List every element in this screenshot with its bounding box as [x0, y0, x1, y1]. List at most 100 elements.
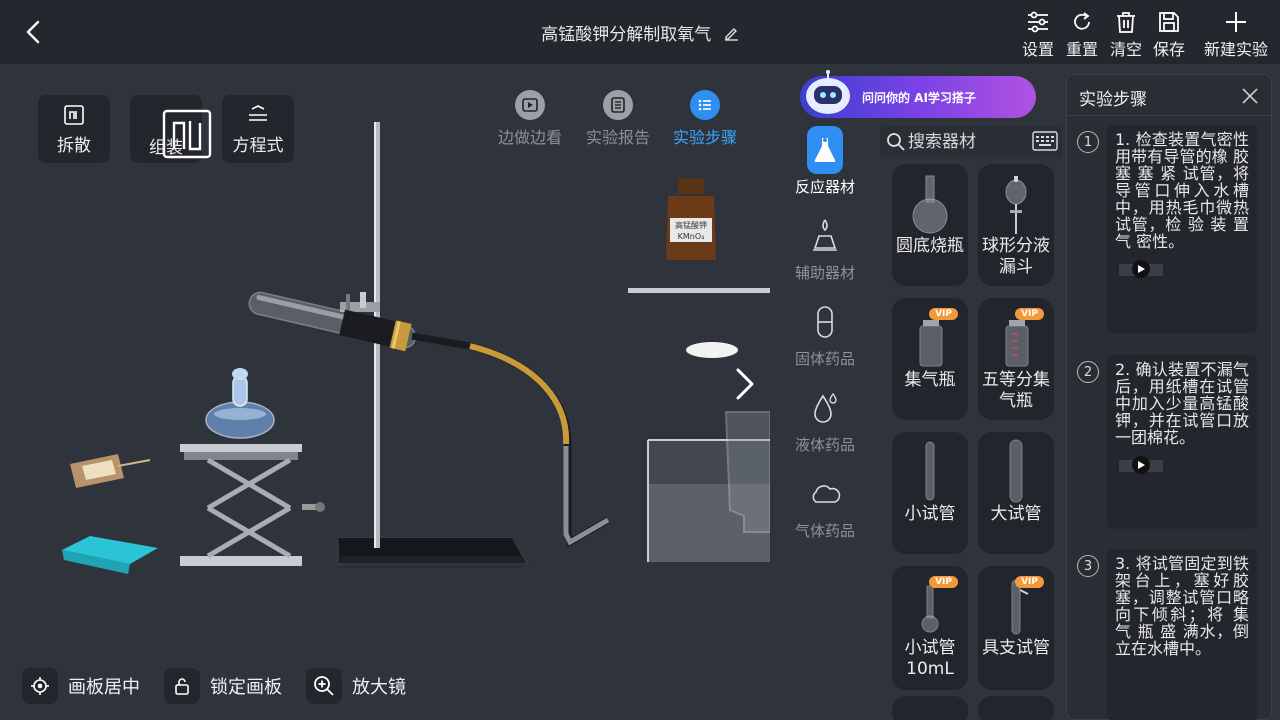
assemble-label: 组装 — [149, 138, 183, 158]
equipment-label: 集气瓶 — [904, 370, 956, 390]
new-experiment-label: 新建实验 — [1204, 40, 1269, 59]
cotton[interactable] — [686, 342, 738, 358]
equipment-label: 五等分集气瓶 — [982, 370, 1050, 411]
assemble-button[interactable]: 组装 — [130, 95, 212, 163]
save-icon — [1159, 12, 1179, 32]
search-icon — [886, 132, 906, 156]
equipment-test-tube-10ml[interactable]: VIP 小试管10mL — [892, 566, 968, 690]
ai-assistant-banner[interactable]: 问问你的 AI学习搭子 — [800, 70, 1036, 118]
lab-jack[interactable] — [180, 444, 325, 566]
tab-experiment-report[interactable]: 实验报告 — [586, 90, 650, 148]
settings-label: 设置 — [1022, 40, 1055, 59]
magnifier-button[interactable]: 放大镜 — [306, 668, 406, 704]
search-input[interactable] — [908, 130, 1028, 154]
divider — [1067, 115, 1271, 116]
tab-steps-label: 实验步骤 — [673, 128, 738, 147]
plus-icon — [1226, 12, 1246, 32]
step-number: 3 — [1077, 555, 1099, 577]
glass-rod[interactable] — [628, 288, 770, 293]
reset-button[interactable]: 重置 — [1066, 10, 1098, 60]
category-solid-reagents[interactable]: 固体药品 — [790, 298, 860, 369]
step-card[interactable]: 2. 确认装置不漏气后，用纸槽在试管中加入少量高锰酸钾，并在试管口放一团棉花。 — [1107, 355, 1257, 529]
equipment-small-test-tube[interactable]: 小试管 — [892, 432, 968, 554]
burner-icon — [807, 212, 843, 260]
apparatus-drawing: 高锰酸钾 KMnO₄ — [62, 122, 770, 574]
ai-banner-text: 问问你的 AI学习搭子 — [862, 91, 976, 105]
list-icon — [690, 90, 720, 120]
disassemble-button[interactable]: 拆散 — [38, 95, 110, 163]
equipment-card-partial[interactable] — [978, 696, 1054, 720]
test-tube[interactable] — [246, 287, 418, 353]
category-auxiliary-equipment[interactable]: 辅助器材 — [790, 212, 860, 283]
bottle-label-formula: KMnO₄ — [678, 232, 705, 241]
step-text: 3. 将试管固定到铁架台上，塞好胶塞，调整试管口略向下倾斜；将 集 气 瓶 盛 … — [1115, 554, 1249, 658]
equipment-separatory-funnel[interactable]: 球形分液漏斗 — [978, 164, 1054, 286]
towel[interactable] — [62, 536, 158, 574]
lock-canvas-button[interactable]: 锁定画板 — [164, 668, 282, 704]
step-number: 2 — [1077, 361, 1099, 383]
equation-button[interactable]: 方程式 — [222, 95, 294, 163]
step-video-thumbnail[interactable] — [1115, 258, 1167, 280]
separatory-funnel-icon — [978, 164, 1054, 236]
equipment-label: 小试管10mL — [904, 638, 956, 679]
equipment-card-partial[interactable] — [892, 696, 968, 720]
chevron-right-icon[interactable] — [730, 366, 758, 406]
step-text: 2. 确认装置不漏气后，用纸槽在试管中加入少量高锰酸钾，并在试管口放一团棉花。 — [1115, 360, 1249, 447]
tab-experiment-steps[interactable]: 实验步骤 — [673, 90, 737, 148]
step-video-thumbnail[interactable] — [1115, 454, 1167, 476]
bottle-label-name: 高锰酸钾 — [675, 220, 707, 230]
step-text: 1. 检查装置气密性 用带有导管的橡 胶 塞 塞 紧 试管，将导管口伸入水槽中，… — [1115, 130, 1249, 251]
disassemble-icon — [64, 105, 84, 125]
tab-watch-label: 边做边看 — [498, 128, 563, 147]
robot-icon — [802, 70, 854, 118]
category-label: 反应器材 — [794, 178, 855, 196]
pencil-icon[interactable] — [723, 25, 739, 46]
equipment-large-test-tube[interactable]: 大试管 — [978, 432, 1054, 554]
new-experiment-button[interactable]: 新建实验 — [1204, 10, 1268, 60]
center-canvas-button[interactable]: 画板居中 — [22, 668, 140, 704]
step-number: 1 — [1077, 131, 1099, 153]
tab-watch-while-doing[interactable]: 边做边看 — [498, 90, 562, 148]
equipment-label: 圆底烧瓶 — [896, 236, 964, 256]
iron-stand[interactable] — [336, 122, 530, 568]
clear-label: 清空 — [1110, 40, 1143, 59]
close-icon[interactable] — [1241, 87, 1259, 109]
category-label: 固体药品 — [794, 350, 855, 368]
delivery-tube[interactable] — [411, 332, 610, 548]
save-button[interactable]: 保存 — [1153, 10, 1185, 60]
clear-button[interactable]: 清空 — [1110, 10, 1142, 60]
top-bar: 高锰酸钾分解制取氧气 设置 重置 清空 保存 新建实验 — [0, 0, 1280, 64]
category-gas-reagents[interactable]: 气体药品 — [790, 470, 860, 541]
sliders-icon — [1028, 11, 1048, 33]
step-card[interactable]: 1. 检查装置气密性 用带有导管的橡 胶 塞 塞 紧 试管，将导管口伸入水槽中，… — [1107, 125, 1257, 333]
alcohol-lamp[interactable] — [205, 368, 275, 439]
play-icon — [515, 90, 545, 120]
keyboard-icon[interactable] — [1032, 130, 1058, 156]
lock-canvas-label: 锁定画板 — [210, 677, 282, 698]
vip-badge: VIP — [929, 308, 958, 320]
category-reaction-equipment[interactable]: 反应器材 — [790, 126, 860, 197]
unlock-icon — [164, 668, 200, 704]
vip-badge: VIP — [929, 576, 958, 588]
small-test-tube-icon — [892, 432, 968, 504]
category-label: 辅助器材 — [794, 264, 855, 282]
equipment-gas-jar[interactable]: VIP 集气瓶 — [892, 298, 968, 420]
equipment-side-arm-test-tube[interactable]: VIP 具支试管 — [978, 566, 1054, 690]
equipment-graduated-gas-jar[interactable]: VIP 五等分集气瓶 — [978, 298, 1054, 420]
step-card[interactable]: 3. 将试管固定到铁架台上，塞好胶塞，调整试管口略向下倾斜；将 集 气 瓶 盛 … — [1107, 549, 1257, 720]
category-liquid-reagents[interactable]: 液体药品 — [790, 384, 860, 455]
equipment-label: 球形分液漏斗 — [982, 236, 1050, 277]
equipment-label: 大试管 — [990, 504, 1042, 524]
center-canvas-label: 画板居中 — [68, 677, 140, 698]
magnifier-label: 放大镜 — [352, 677, 406, 698]
equipment-round-bottom-flask[interactable]: 圆底烧瓶 — [892, 164, 968, 286]
experiment-canvas[interactable]: 高锰酸钾 KMnO₄ — [0, 64, 770, 720]
settings-button[interactable]: 设置 — [1022, 10, 1054, 60]
matchbox[interactable] — [70, 454, 151, 488]
reagent-bottle-kmno4[interactable]: 高锰酸钾 KMnO₄ — [666, 178, 716, 260]
experiment-title-text: 高锰酸钾分解制取氧气 — [541, 25, 712, 45]
category-label: 气体药品 — [794, 522, 855, 540]
trash-icon — [1117, 12, 1135, 33]
disassemble-label: 拆散 — [57, 136, 91, 156]
equipment-label: 具支试管 — [982, 638, 1050, 658]
